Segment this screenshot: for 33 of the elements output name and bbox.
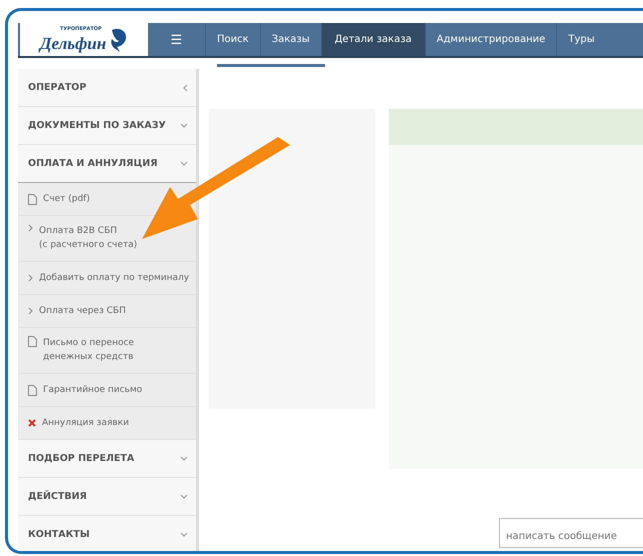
sidebar-section[interactable]: ПОДБОР ПЕРЕЛЕТА: [18, 440, 196, 478]
chevron-right-icon: [28, 307, 33, 315]
nav-tab[interactable]: Туры: [556, 23, 606, 56]
chevron-down-icon: [180, 456, 188, 461]
nav-tab[interactable]: Детали заказа: [320, 23, 425, 56]
chevron-down-icon: [180, 532, 188, 537]
sidebar-section[interactable]: ОПЕРАТОР: [18, 69, 196, 107]
sidebar-item[interactable]: Аннуляция заявки: [18, 407, 196, 440]
document-icon: [28, 384, 37, 396]
logo-text: Дельфин: [40, 34, 106, 54]
sidebar-section[interactable]: ДОКУМЕНТЫ ПО ЗАКАЗУ: [18, 107, 196, 145]
document-icon: [28, 194, 37, 204]
sidebar-item[interactable]: Оплата B2B СБП (с расчетного счета): [18, 216, 196, 262]
sidebar-item[interactable]: Гарантийное письмо: [18, 374, 196, 407]
sidebar-section[interactable]: КОНТАКТЫ: [18, 516, 196, 551]
sidebar-section[interactable]: ОПЛАТА И АННУЛЯЦИЯ: [18, 145, 196, 183]
chevron-right-icon: [28, 274, 33, 282]
sidebar-item[interactable]: Оплата через СБП: [18, 295, 196, 328]
sidebar-item[interactable]: Письмо о переносе денежных средств: [18, 328, 196, 374]
chevron-left-icon: [183, 84, 188, 92]
sidebar-section[interactable]: ДЕЙСТВИЯ: [18, 478, 196, 516]
message-field[interactable]: написать сообщение: [499, 518, 643, 548]
nav-tab[interactable]: Администрирование: [424, 23, 556, 56]
cross-icon: [28, 419, 36, 427]
document-icon: [28, 336, 37, 347]
nav-tab[interactable]: Поиск: [205, 23, 260, 56]
chevron-down-icon: [180, 494, 188, 499]
menu-button[interactable]: ☰: [148, 23, 205, 56]
chevron-right-icon: [28, 224, 33, 232]
sidebar-item[interactable]: Добавить оплату по терминалу: [18, 262, 196, 295]
chevron-down-icon: [180, 161, 188, 166]
dolphin-icon: [108, 26, 128, 52]
chevron-down-icon: [180, 123, 188, 128]
